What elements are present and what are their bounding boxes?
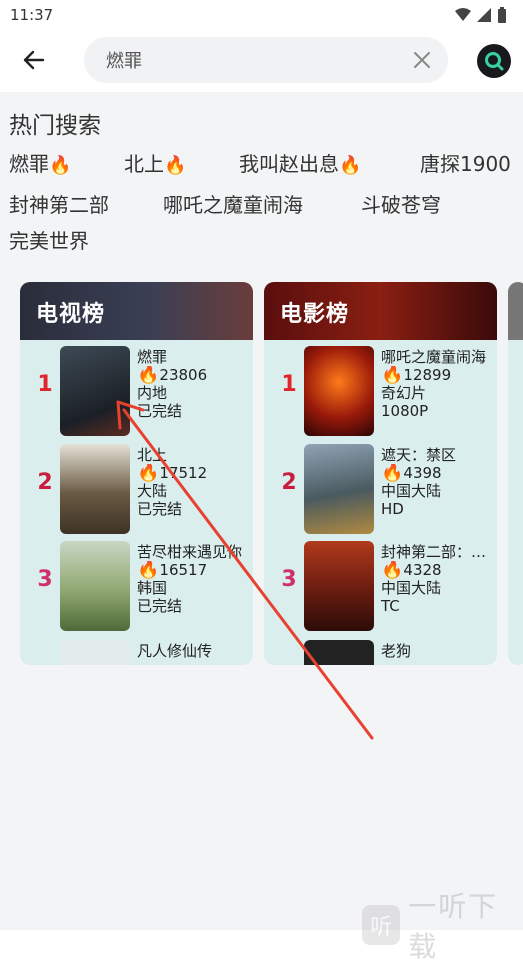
watermark-text: 一听下载 xyxy=(408,890,499,963)
annotation-arrow xyxy=(116,400,374,740)
watermark: 听 一听下载 xyxy=(362,885,523,965)
watermark-logo: 听 xyxy=(362,905,401,945)
